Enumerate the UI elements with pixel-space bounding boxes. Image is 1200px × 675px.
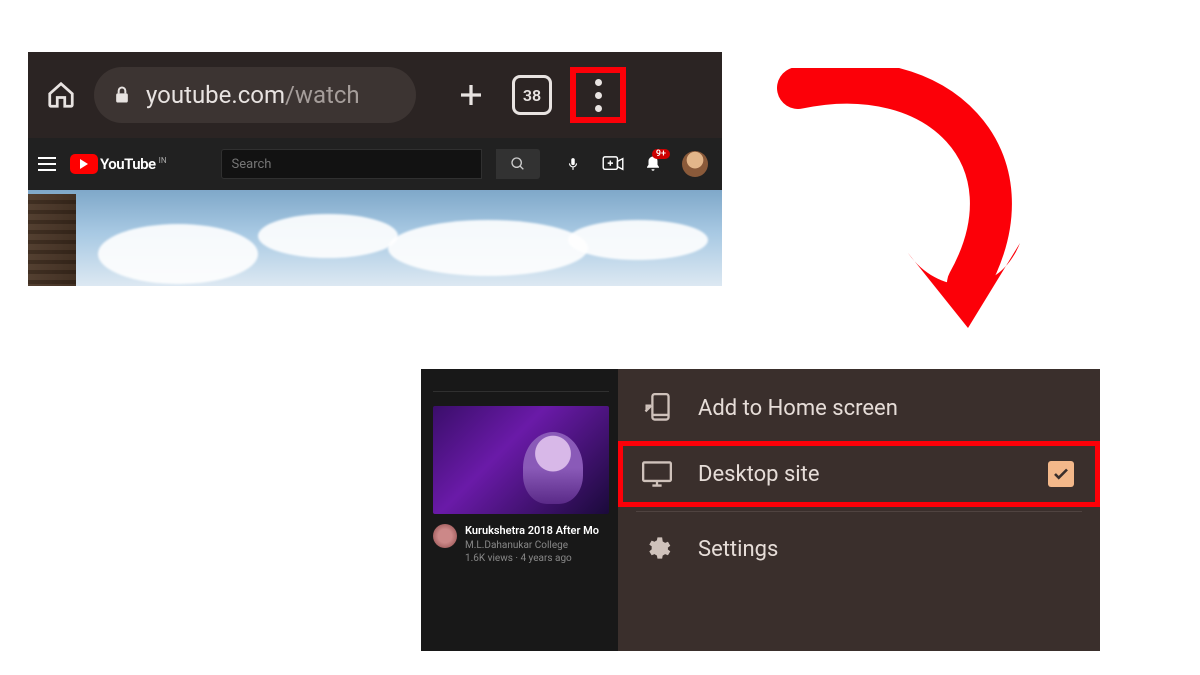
search-input[interactable] [222, 157, 481, 172]
overflow-menu-button[interactable] [595, 79, 602, 112]
menu-item-desktop-site[interactable]: Desktop site [618, 441, 1100, 507]
youtube-header: YouTube IN 9+ [28, 138, 722, 190]
video-content-cloud [98, 224, 258, 284]
account-avatar[interactable] [682, 151, 708, 177]
kebab-dot-icon [595, 79, 602, 86]
guide-button[interactable] [38, 157, 56, 171]
video-player-area[interactable] [28, 190, 722, 286]
youtube-region: IN [159, 156, 167, 165]
hamburger-line-icon [38, 157, 56, 159]
video-content-cloud [568, 220, 708, 260]
tab-switcher-button[interactable]: 38 [512, 75, 552, 115]
youtube-play-icon [70, 154, 98, 174]
gear-icon [642, 534, 672, 564]
tutorial-arrow-icon [758, 68, 1048, 368]
menu-label: Desktop site [698, 462, 1022, 487]
chrome-toolbar: youtube.com/watch 38 [28, 52, 722, 138]
chrome-overflow-menu: Add to Home screen Desktop site Settings [618, 369, 1100, 651]
menu-item-add-to-home[interactable]: Add to Home screen [618, 375, 1100, 441]
video-content-building [28, 194, 76, 286]
notification-badge: 9+ [652, 149, 670, 159]
menu-separator [636, 511, 1082, 512]
desktop-site-checkbox[interactable] [1048, 461, 1074, 487]
youtube-logo[interactable]: YouTube IN [70, 154, 167, 174]
overflow-menu-highlight [570, 67, 626, 123]
voice-search-button[interactable] [558, 149, 588, 179]
add-to-home-icon [642, 393, 672, 423]
new-tab-button[interactable] [448, 72, 494, 118]
microphone-icon [566, 155, 580, 173]
browser-youtube-panel: youtube.com/watch 38 YouTube IN [28, 52, 722, 286]
youtube-sidebar-fragment: Kurukshetra 2018 After Mo M.L.Dahanukar … [421, 369, 621, 651]
hamburger-line-icon [38, 169, 56, 171]
video-content-cloud [258, 214, 398, 258]
search-box[interactable] [221, 149, 482, 179]
channel-avatar[interactable] [433, 524, 457, 548]
youtube-top-right: 9+ [602, 151, 708, 177]
tab-count-label: 38 [523, 86, 541, 105]
url-path: /watch [285, 81, 360, 109]
desktop-icon [642, 459, 672, 489]
create-icon [602, 156, 624, 172]
plus-icon [456, 80, 486, 110]
home-button[interactable] [38, 72, 84, 118]
related-video-thumbnail[interactable] [433, 406, 609, 514]
lock-icon [112, 84, 132, 106]
kebab-dot-icon [595, 105, 602, 112]
home-icon [46, 80, 76, 110]
create-button[interactable] [602, 153, 624, 175]
kebab-dot-icon [595, 92, 602, 99]
menu-panel: Kurukshetra 2018 After Mo M.L.Dahanukar … [421, 369, 1100, 651]
notifications-button[interactable]: 9+ [642, 153, 664, 175]
sidebar-divider [433, 391, 609, 392]
related-video-meta: Kurukshetra 2018 After Mo M.L.Dahanukar … [433, 524, 609, 564]
menu-label: Settings [698, 537, 1074, 562]
video-content-cloud [388, 220, 588, 276]
related-video-stats: 1.6K views · 4 years ago [465, 553, 599, 564]
menu-item-settings[interactable]: Settings [618, 516, 1100, 582]
url-host: youtube.com [146, 81, 285, 109]
youtube-wordmark: YouTube [100, 155, 156, 173]
search-button[interactable] [496, 149, 540, 179]
related-video-channel[interactable]: M.L.Dahanukar College [465, 540, 599, 551]
address-bar[interactable]: youtube.com/watch [94, 67, 416, 123]
check-icon [1052, 465, 1070, 483]
related-video-title[interactable]: Kurukshetra 2018 After Mo [465, 524, 599, 538]
url-text: youtube.com/watch [146, 81, 360, 109]
menu-label: Add to Home screen [698, 396, 1074, 421]
hamburger-line-icon [38, 163, 56, 165]
search-icon [510, 156, 526, 172]
